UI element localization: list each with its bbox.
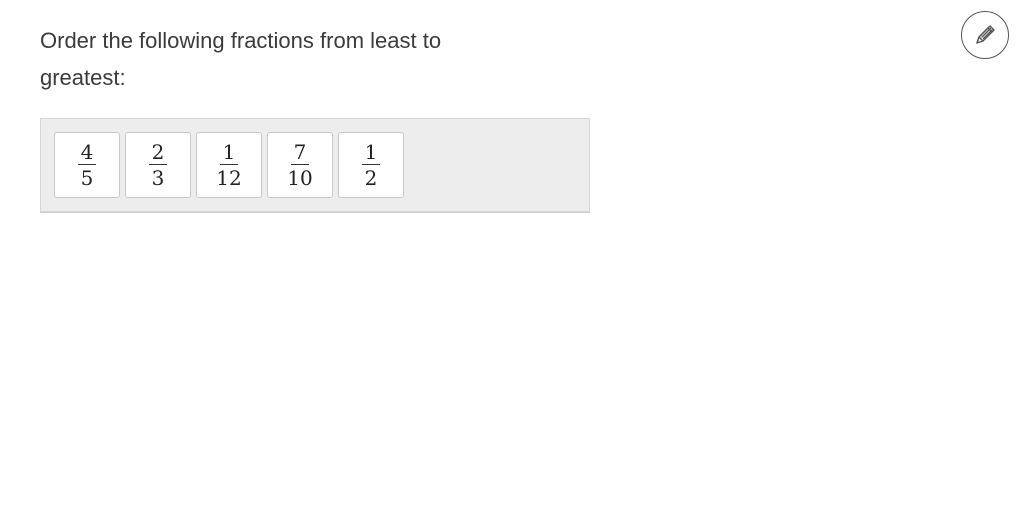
fraction: 7 10 xyxy=(284,141,315,189)
fraction-card[interactable]: 2 3 xyxy=(125,132,191,198)
numerator: 4 xyxy=(77,141,97,165)
denominator: 3 xyxy=(151,166,165,190)
numerator: 7 xyxy=(290,141,310,165)
fraction-card[interactable]: 1 12 xyxy=(196,132,262,198)
numerator: 1 xyxy=(361,141,381,165)
pencil-icon xyxy=(971,21,999,49)
fraction-sorter-tray: 4 5 2 3 1 12 7 10 1 2 xyxy=(40,118,590,212)
scratchpad-button[interactable] xyxy=(961,11,1009,59)
fraction: 2 3 xyxy=(148,141,168,190)
card-list: 4 5 2 3 1 12 7 10 1 2 xyxy=(54,132,404,198)
numerator: 2 xyxy=(148,141,168,165)
fraction-card[interactable]: 7 10 xyxy=(267,132,333,198)
denominator: 12 xyxy=(216,166,242,190)
fraction: 1 12 xyxy=(213,141,244,189)
denominator: 5 xyxy=(80,166,94,190)
question-text: Order the following fractions from least… xyxy=(40,28,442,90)
fraction: 4 5 xyxy=(77,141,97,190)
numerator: 1 xyxy=(219,141,239,165)
fraction-card[interactable]: 4 5 xyxy=(54,132,120,198)
fraction-card[interactable]: 1 2 xyxy=(338,132,404,198)
denominator: 2 xyxy=(364,166,378,190)
fraction: 1 2 xyxy=(361,141,381,190)
denominator: 10 xyxy=(287,166,313,190)
